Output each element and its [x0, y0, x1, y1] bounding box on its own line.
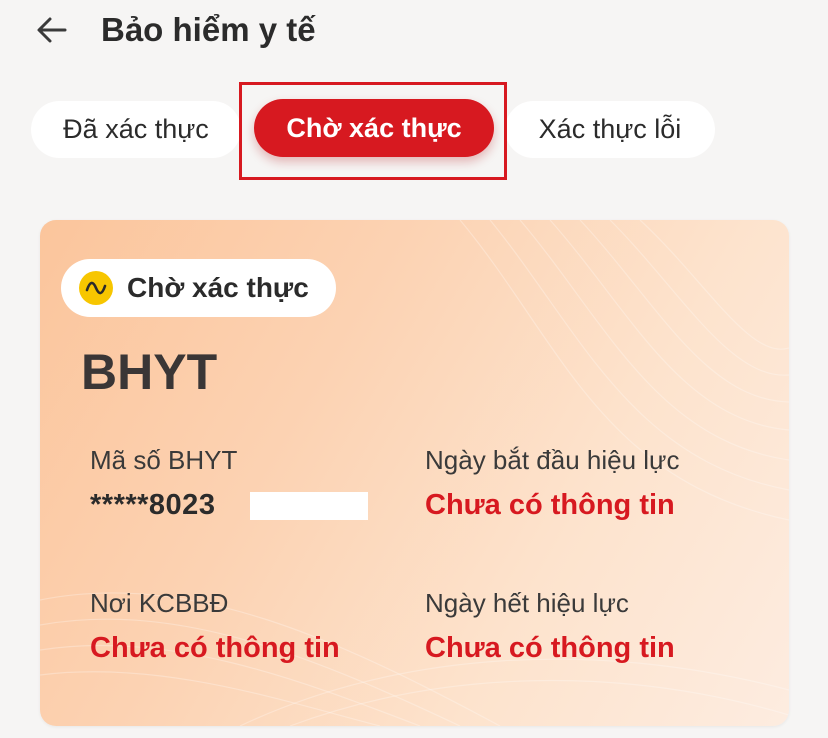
status-badge: Chờ xác thực [61, 259, 336, 317]
end-date-label: Ngày hết hiệu lực [425, 588, 629, 618]
back-button[interactable] [32, 10, 72, 50]
page-title: Bảo hiểm y tế [101, 11, 316, 48]
facility-label: Nơi KCBBĐ [90, 588, 229, 618]
end-date-value: Chưa có thông tin [425, 632, 675, 664]
facility-value: Chưa có thông tin [90, 632, 340, 664]
start-date-label: Ngày bắt đầu hiệu lực [425, 445, 680, 475]
policy-number-value: *****8023 [90, 489, 216, 521]
tab-error[interactable]: Xác thực lỗi [505, 101, 715, 158]
arrow-left-icon [37, 17, 67, 43]
status-label: Chờ xác thực [127, 272, 309, 303]
header: Bảo hiểm y tế [0, 0, 828, 70]
card-type-title: BHYT [81, 344, 218, 400]
tab-pending[interactable]: Chờ xác thực [254, 99, 494, 157]
tab-verified[interactable]: Đã xác thực [31, 101, 241, 158]
pending-wave-icon [79, 271, 113, 305]
redaction-block [250, 492, 368, 520]
insurance-card[interactable]: Chờ xác thực BHYT Mã số BHYT *****8023 N… [40, 220, 789, 726]
policy-number-label: Mã số BHYT [90, 445, 238, 475]
start-date-value: Chưa có thông tin [425, 489, 675, 521]
